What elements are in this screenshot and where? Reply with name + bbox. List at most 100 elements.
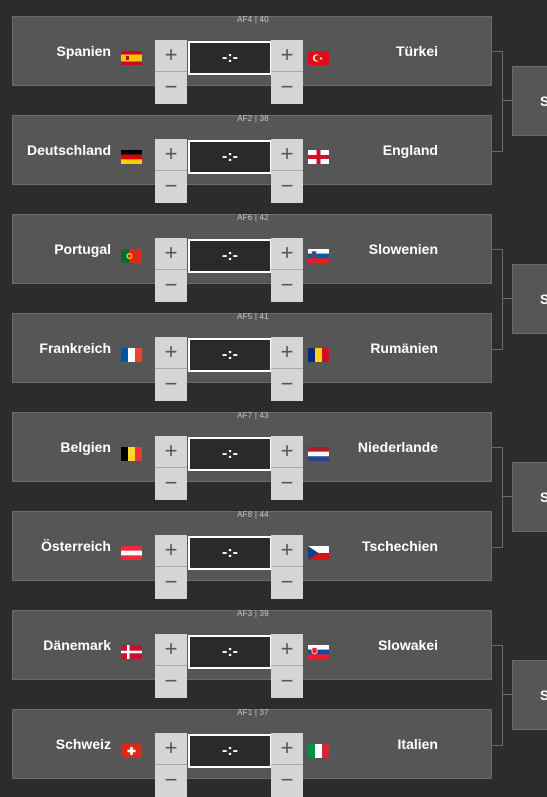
match-card: AF4 | 40 Spanien + − -:- + − Türkei	[12, 15, 492, 104]
austria-flag-icon	[121, 546, 142, 560]
away-decrement-button[interactable]: −	[271, 72, 303, 104]
portugal-flag-icon	[121, 249, 142, 263]
bracket-connector	[492, 51, 503, 152]
bracket-connector-stub	[502, 496, 512, 497]
match-card: AF1 | 37 Schweiz + − -:- + − Italien	[12, 708, 492, 797]
away-decrement-button[interactable]: −	[271, 666, 303, 698]
score-display: -:-	[188, 635, 272, 669]
home-increment-button[interactable]: +	[155, 238, 187, 270]
home-increment-button[interactable]: +	[155, 40, 187, 72]
home-score-stepper: + −	[155, 733, 187, 797]
home-score-stepper: + −	[155, 337, 187, 401]
away-decrement-button[interactable]: −	[271, 270, 303, 302]
home-decrement-button[interactable]: −	[155, 666, 187, 698]
home-decrement-button[interactable]: −	[155, 468, 187, 500]
away-increment-button[interactable]: +	[271, 733, 303, 765]
away-score-stepper: + −	[271, 139, 303, 203]
france-flag-icon	[121, 348, 142, 362]
away-score-stepper: + −	[271, 337, 303, 401]
match-code: AF1 | 37	[237, 708, 269, 717]
away-decrement-button[interactable]: −	[271, 369, 303, 401]
away-team-name: Türkei	[395, 43, 438, 59]
away-team-name: Niederlande	[357, 439, 438, 455]
next-round-card: S	[512, 66, 547, 136]
home-decrement-button[interactable]: −	[155, 72, 187, 104]
home-decrement-button[interactable]: −	[155, 171, 187, 203]
away-score-stepper: + −	[271, 535, 303, 599]
home-score-stepper: + −	[155, 139, 187, 203]
next-round-label: S	[540, 687, 547, 703]
match-code: AF6 | 42	[237, 213, 269, 222]
match-card: AF2 | 38 Deutschland + − -:- + − England	[12, 114, 492, 203]
match-card: AF5 | 41 Frankreich + − -:- + − Rumänien	[12, 312, 492, 401]
away-decrement-button[interactable]: −	[271, 171, 303, 203]
home-team-name: Dänemark	[43, 637, 111, 653]
away-team-name: Italien	[397, 736, 438, 752]
away-team-name: Slowakei	[378, 637, 438, 653]
match-code: AF8 | 44	[237, 510, 269, 519]
home-score-stepper: + −	[155, 634, 187, 698]
away-decrement-button[interactable]: −	[271, 765, 303, 797]
home-team-name: Spanien	[56, 43, 111, 59]
away-increment-button[interactable]: +	[271, 337, 303, 369]
match-code: AF5 | 41	[237, 312, 269, 321]
away-decrement-button[interactable]: −	[271, 468, 303, 500]
match-code: AF2 | 38	[237, 114, 269, 123]
home-team-name: Frankreich	[39, 340, 111, 356]
home-team-name: Schweiz	[55, 736, 111, 752]
away-increment-button[interactable]: +	[271, 436, 303, 468]
home-score-stepper: + −	[155, 238, 187, 302]
home-decrement-button[interactable]: −	[155, 765, 187, 797]
denmark-flag-icon	[121, 645, 142, 659]
away-team-name: Tschechien	[362, 538, 438, 554]
score-display: -:-	[188, 41, 272, 75]
next-round-label: S	[540, 489, 547, 505]
away-score-stepper: + −	[271, 436, 303, 500]
next-round-card: S	[512, 660, 547, 730]
away-decrement-button[interactable]: −	[271, 567, 303, 599]
home-team-name: Belgien	[60, 439, 111, 455]
next-round-card: S	[512, 264, 547, 334]
score-display: -:-	[188, 437, 272, 471]
home-increment-button[interactable]: +	[155, 733, 187, 765]
home-increment-button[interactable]: +	[155, 634, 187, 666]
switzerland-flag-icon	[121, 744, 142, 758]
away-increment-button[interactable]: +	[271, 238, 303, 270]
match-card: AF6 | 42 Portugal + − -:- + − Slowenien	[12, 213, 492, 302]
spain-flag-icon	[121, 51, 142, 65]
next-round-label: S	[540, 93, 547, 109]
away-team-name: Slowenien	[368, 241, 438, 257]
home-decrement-button[interactable]: −	[155, 270, 187, 302]
match-card: AF8 | 44 Österreich + − -:- + − Tschechi…	[12, 510, 492, 599]
home-decrement-button[interactable]: −	[155, 567, 187, 599]
score-display: -:-	[188, 536, 272, 570]
away-increment-button[interactable]: +	[271, 139, 303, 171]
bracket-connector	[492, 645, 503, 746]
home-increment-button[interactable]: +	[155, 139, 187, 171]
away-score-stepper: + −	[271, 634, 303, 698]
home-score-stepper: + −	[155, 40, 187, 104]
bracket-connector	[492, 447, 503, 548]
bracket-connector-stub	[502, 694, 512, 695]
away-increment-button[interactable]: +	[271, 634, 303, 666]
away-increment-button[interactable]: +	[271, 40, 303, 72]
away-team-name: England	[382, 142, 438, 158]
belgium-flag-icon	[121, 447, 142, 461]
away-score-stepper: + −	[271, 733, 303, 797]
match-code: AF3 | 39	[237, 609, 269, 618]
bracket-connector	[492, 249, 503, 350]
home-increment-button[interactable]: +	[155, 436, 187, 468]
away-increment-button[interactable]: +	[271, 535, 303, 567]
home-team-name: Portugal	[54, 241, 111, 257]
score-display: -:-	[188, 338, 272, 372]
home-increment-button[interactable]: +	[155, 535, 187, 567]
away-score-stepper: + −	[271, 40, 303, 104]
home-increment-button[interactable]: +	[155, 337, 187, 369]
score-display: -:-	[188, 140, 272, 174]
match-code: AF7 | 43	[237, 411, 269, 420]
home-decrement-button[interactable]: −	[155, 369, 187, 401]
bracket-connector-stub	[502, 298, 512, 299]
away-team-name: Rumänien	[370, 340, 438, 356]
match-card: AF7 | 43 Belgien + − -:- + − Niederlande	[12, 411, 492, 500]
score-display: -:-	[188, 239, 272, 273]
